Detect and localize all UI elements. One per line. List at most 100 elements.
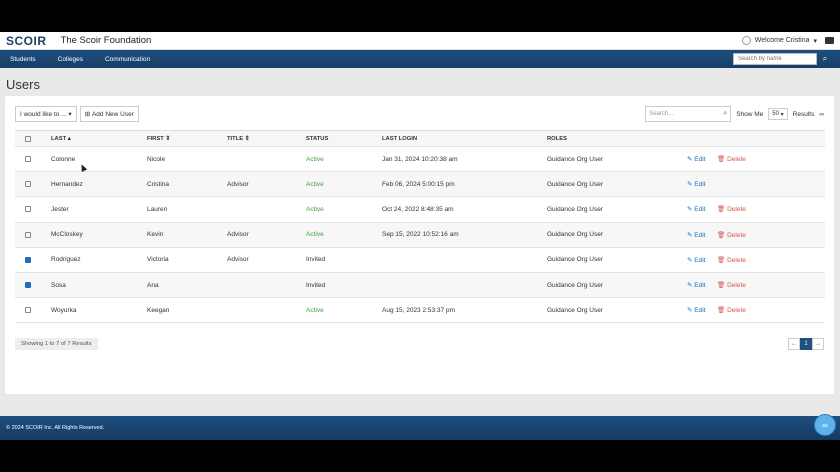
sort-icon: ⇕ — [244, 135, 250, 142]
edit-button[interactable]: ✎ Edit — [687, 256, 717, 264]
cell-last-login: Feb 06, 2024 5:00:15 pm — [382, 180, 455, 188]
trash-icon: 🗑 — [717, 282, 726, 290]
row-checkbox[interactable] — [25, 256, 31, 263]
status-badge: Active — [306, 155, 324, 163]
delete-label: Delete — [727, 156, 746, 164]
next-page-button[interactable]: → — [812, 338, 824, 350]
select-all-checkbox[interactable] — [25, 135, 31, 142]
delete-button[interactable]: 🗑 Delete — [717, 205, 757, 213]
cell-title: Advisor — [227, 231, 249, 239]
status-badge: Active — [306, 180, 324, 188]
cell-role: Guidance Org User — [547, 231, 603, 239]
delete-button[interactable]: 🗑 Delete — [717, 231, 757, 239]
delete-label: Delete — [727, 231, 746, 239]
cell-last-login: Jan 31, 2024 10:20:38 am — [382, 155, 458, 163]
pencil-icon: ✎ — [687, 282, 693, 290]
chat-icon[interactable] — [825, 37, 834, 44]
table-search-placeholder: Search... — [649, 111, 674, 117]
pencil-icon: ✎ — [687, 256, 693, 264]
delete-button[interactable]: 🗑 Delete — [717, 256, 757, 264]
add-new-user-button[interactable]: ⊞ Add New User — [79, 106, 139, 122]
edit-button[interactable]: ✎ Edit — [687, 155, 717, 163]
toolbar-right: Search... ⌕ Show Me 50 ▾ Results ∞ — [645, 106, 824, 122]
cell-first: Kevin — [147, 231, 164, 239]
edit-button[interactable]: ✎ Edit — [687, 205, 717, 213]
table-row: Woyurka Keegan Active Aug 15, 2023 2:53:37 … — [15, 298, 825, 324]
table-row: Colonne Nicole Active Jan 31, 2024 10:20:38… — [15, 147, 825, 173]
show-me-label: Show Me — [736, 110, 764, 118]
cell-title: Advisor — [227, 256, 249, 264]
cell-last: Rodriguez — [51, 256, 81, 264]
cell-first: Lauren — [147, 205, 168, 213]
row-checkbox[interactable] — [25, 282, 31, 289]
results-label: Results — [792, 110, 815, 118]
table-row: Rodriguez Victoria Advisor Invited Guidance … — [15, 248, 825, 273]
cell-role: Guidance Org User — [547, 155, 603, 163]
avatar-icon — [741, 36, 751, 45]
cell-last: Jester — [51, 205, 69, 213]
edit-button[interactable]: ✎ Edit — [687, 306, 717, 314]
user-menu[interactable]: Welcome Cristina ▾ — [741, 36, 834, 45]
cell-role: Guidance Org User — [547, 256, 603, 264]
table-row: Jester Lauren Active Oct 24, 2022 8:48:35 a… — [15, 197, 825, 223]
cell-last: Hernandez — [51, 180, 83, 188]
row-checkbox[interactable] — [25, 206, 31, 213]
trash-icon: 🗑 — [717, 231, 726, 239]
add-icon: ⊞ — [84, 111, 91, 118]
row-checkbox[interactable] — [25, 307, 31, 314]
nav-communication[interactable]: Communication — [105, 56, 150, 63]
status-badge: Invited — [306, 281, 326, 289]
table-toolbar: I would like to ... ▾ ⊞ Add New User Sea… — [15, 106, 824, 122]
col-first[interactable]: FIRST ⇕ — [147, 136, 227, 142]
col-last[interactable]: LAST ▴ — [51, 136, 147, 142]
edit-label: Edit — [694, 156, 706, 164]
edit-label: Edit — [694, 307, 706, 315]
nav-colleges[interactable]: Colleges — [58, 56, 83, 63]
help-widget-icon[interactable]: ∞ — [814, 414, 836, 436]
status-badge: Invited — [306, 256, 326, 264]
cell-last-login: Oct 24, 2022 8:48:35 am — [382, 205, 454, 213]
table-row: Hernandez Cristina Advisor Active Feb 06, 20… — [15, 172, 825, 198]
link-icon[interactable]: ∞ — [819, 111, 824, 118]
edit-label: Edit — [694, 181, 706, 189]
page-1-button[interactable]: 1 — [800, 338, 812, 350]
edit-label: Edit — [694, 231, 706, 239]
delete-button[interactable]: 🗑 Delete — [717, 155, 757, 163]
search-by-name-input[interactable] — [733, 53, 817, 65]
cell-last: Sosa — [51, 281, 66, 289]
table-row: McCloskey Kevin Advisor Active Sep 15, 2022 … — [15, 222, 825, 248]
users-table: LAST ▴ FIRST ⇕ TITLE ⇕ STATUS LAST LOGIN… — [15, 130, 825, 324]
col-last-login: LAST LOGIN — [382, 135, 418, 142]
chevron-down-icon: ▾ — [780, 111, 784, 118]
delete-button[interactable]: 🗑 Delete — [717, 306, 757, 314]
cell-role: Guidance Org User — [547, 180, 603, 188]
pencil-icon: ✎ — [687, 181, 693, 189]
cell-last: Colonne — [51, 155, 76, 163]
pencil-icon: ✎ — [687, 231, 693, 239]
org-name: The Scoir Foundation — [60, 35, 152, 46]
row-checkbox[interactable] — [25, 181, 31, 188]
scoir-logo[interactable]: SCOIR — [6, 34, 47, 48]
nav-students[interactable]: Students — [10, 56, 36, 63]
edit-button[interactable]: ✎ Edit — [687, 281, 717, 289]
prev-page-button[interactable]: ← — [788, 338, 800, 350]
app-window: SCOIR The Scoir Foundation Welcome Crist… — [0, 32, 840, 440]
edit-button[interactable]: ✎ Edit — [687, 231, 717, 239]
action-menu-button[interactable]: I would like to ... ▾ — [15, 106, 77, 122]
table-search-input[interactable]: Search... ⌕ — [645, 106, 732, 122]
users-panel: I would like to ... ▾ ⊞ Add New User Sea… — [5, 96, 834, 394]
page-size-select[interactable]: 50 ▾ — [768, 108, 788, 120]
edit-button[interactable]: ✎ Edit — [687, 180, 717, 188]
status-badge: Active — [306, 205, 324, 213]
trash-icon: 🗑 — [717, 206, 726, 214]
add-new-user-label: Add New User — [91, 110, 134, 118]
row-checkbox[interactable] — [25, 231, 31, 238]
row-checkbox[interactable] — [25, 156, 31, 163]
cell-role: Guidance Org User — [547, 281, 603, 289]
search-icon[interactable]: ⌕ — [820, 54, 830, 64]
edit-label: Edit — [694, 206, 706, 214]
delete-button[interactable]: 🗑 Delete — [717, 281, 757, 289]
edit-label: Edit — [694, 282, 706, 290]
col-title[interactable]: TITLE ⇕ — [227, 136, 306, 142]
table-header: LAST ▴ FIRST ⇕ TITLE ⇕ STATUS LAST LOGIN… — [15, 130, 825, 147]
